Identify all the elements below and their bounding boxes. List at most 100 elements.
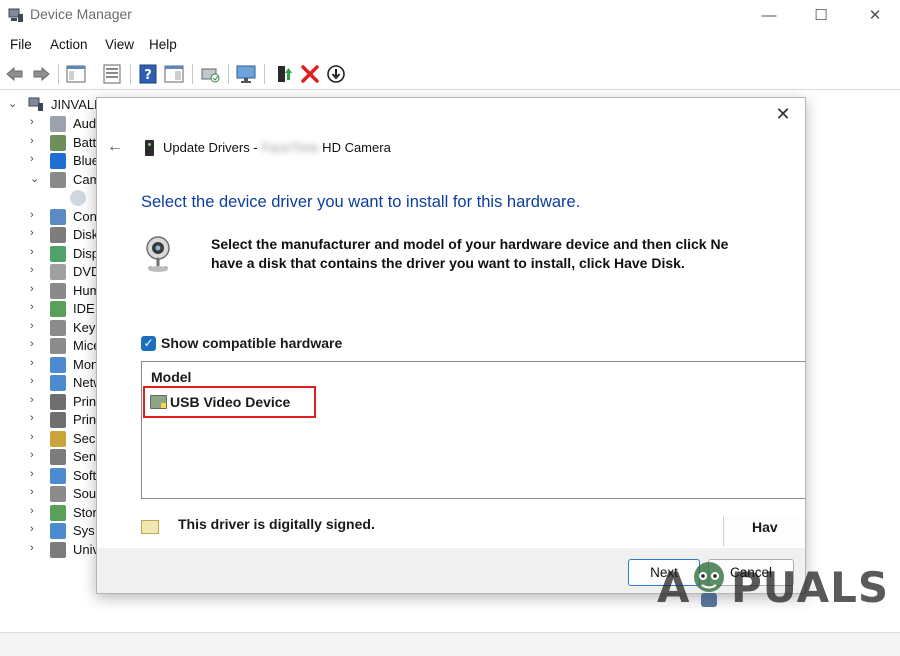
maximize-button[interactable]: ☐ [798, 0, 844, 30]
update-drivers-dialog: ✕ ← Update Drivers - FaceTime HD Camera … [96, 97, 806, 594]
chevron-right-icon[interactable]: › [30, 357, 42, 369]
appuals-watermark: A PUALS [657, 561, 888, 613]
chevron-right-icon[interactable]: › [30, 468, 42, 480]
toolbar: ? [0, 58, 900, 90]
dialog-title-blurred: FaceTime [261, 140, 319, 155]
chevron-right-icon[interactable]: › [30, 375, 42, 387]
dialog-heading: Select the device driver you want to ins… [141, 193, 581, 211]
computer-icon [28, 97, 43, 111]
help-icon[interactable]: ? [137, 63, 159, 85]
chevron-right-icon[interactable]: › [30, 135, 42, 147]
menu-action[interactable]: Action [50, 37, 88, 52]
title-bar: Device Manager — ☐ ✕ [0, 0, 900, 32]
tree-item-label: Sys [73, 523, 95, 538]
chevron-right-icon[interactable]: › [30, 320, 42, 332]
chevron-right-icon[interactable]: › [30, 412, 42, 424]
chevron-right-icon[interactable]: › [30, 486, 42, 498]
show-compatible-label[interactable]: Show compatible hardware [161, 335, 342, 351]
network-adapter-icon [50, 375, 66, 391]
toolbar-separator [228, 64, 229, 84]
tree-item-label: Aud [73, 116, 97, 131]
scan-for-hardware-changes-icon[interactable] [199, 63, 221, 85]
keyboard-icon [50, 319, 66, 336]
status-bar [0, 632, 900, 656]
signed-driver-icon [141, 520, 159, 534]
tree-item-label: IDE [73, 301, 95, 316]
instructions-line-1: Select the manufacturer and model of you… [211, 236, 729, 252]
back-arrow-icon[interactable] [4, 63, 26, 85]
tree-item-label: Prin [73, 412, 97, 427]
show-action-pane-icon[interactable] [163, 63, 185, 85]
instructions-text: Select the manufacturer and model of you… [211, 235, 728, 273]
dialog-title-suffix: HD Camera [318, 140, 391, 155]
show-compatible-checkbox[interactable]: ✓ [141, 336, 156, 351]
instructions-line-2: have a disk that contains the driver you… [211, 255, 685, 271]
model-list[interactable]: Model USB Video Device [141, 361, 805, 499]
printer-icon [50, 412, 66, 428]
chevron-right-icon[interactable]: › [30, 394, 42, 406]
chevron-right-icon[interactable]: › [30, 338, 42, 350]
chevron-right-icon[interactable]: › [30, 301, 42, 313]
usb-device-icon [145, 140, 154, 156]
chevron-right-icon[interactable]: › [30, 523, 42, 535]
webcam-icon [146, 236, 170, 272]
back-arrow-button[interactable]: ← [107, 138, 123, 156]
computer-icon [50, 208, 66, 225]
update-driver-icon[interactable] [325, 63, 347, 85]
camera-icon [50, 171, 66, 188]
monitor-icon[interactable] [235, 63, 257, 85]
driver-icon [150, 395, 167, 409]
have-disk-button[interactable]: Hav [723, 516, 801, 546]
menu-help[interactable]: Help [149, 37, 177, 52]
chevron-right-icon[interactable]: › [30, 153, 42, 165]
sound-icon [50, 486, 66, 502]
tree-item-label: Batt [73, 134, 97, 150]
tree-item-label: Con [73, 208, 97, 224]
bluetooth-icon [50, 153, 66, 169]
chevron-down-icon[interactable]: ⌄ [30, 172, 42, 185]
tree-item-label: Key [73, 319, 96, 335]
tree-item-label: Sec [73, 430, 96, 446]
chevron-right-icon[interactable]: › [30, 542, 42, 554]
chevron-right-icon[interactable]: › [30, 209, 42, 221]
minimize-button[interactable]: — [746, 0, 792, 30]
uninstall-device-icon[interactable] [299, 63, 321, 85]
ide-controller-icon [50, 301, 66, 317]
chevron-right-icon[interactable]: › [30, 449, 42, 461]
signed-driver-row: This driver is digitally signed. Hav [141, 516, 801, 546]
model-list-item-label[interactable]: USB Video Device [170, 394, 290, 410]
properties-icon[interactable] [101, 63, 123, 85]
dialog-close-button[interactable]: ✕ [771, 104, 795, 128]
tree-item-label: Soft [73, 467, 97, 483]
human-interface-icon [50, 282, 66, 299]
chevron-right-icon[interactable]: › [30, 246, 42, 258]
chevron-right-icon[interactable]: › [30, 227, 42, 239]
monitor-tree-icon [50, 356, 66, 373]
dialog-title: Update Drivers - FaceTime HD Camera [163, 140, 391, 155]
enable-device-icon[interactable] [273, 63, 295, 85]
system-device-icon [50, 523, 66, 539]
chevron-down-icon[interactable]: ⌄ [8, 97, 17, 110]
show-hide-console-tree-icon[interactable] [65, 63, 87, 85]
chevron-right-icon[interactable]: › [30, 116, 42, 128]
chevron-right-icon[interactable]: › [30, 505, 42, 517]
chevron-right-icon[interactable]: › [30, 283, 42, 295]
model-column-header: Model [151, 369, 192, 385]
tree-item-label: Mon [73, 356, 99, 372]
menu-file[interactable]: File [10, 37, 32, 52]
forward-arrow-icon[interactable] [30, 63, 52, 85]
tree-item-label: Stor [73, 504, 97, 520]
menu-view[interactable]: View [105, 37, 134, 52]
chevron-right-icon[interactable]: › [30, 264, 42, 276]
tree-item-label: Sen [73, 449, 97, 464]
close-button[interactable]: ✕ [852, 0, 898, 30]
watermark-text-right: PUALS [731, 563, 890, 612]
toolbar-separator [130, 64, 131, 84]
dialog-title-prefix: Update Drivers - [163, 140, 262, 155]
model-list-item[interactable]: USB Video Device [143, 386, 316, 418]
chevron-right-icon[interactable]: › [30, 431, 42, 443]
mouse-icon [50, 338, 66, 354]
mascot-logo-icon [694, 562, 724, 607]
toolbar-separator [58, 64, 59, 84]
menu-bar: File Action View Help [0, 32, 900, 58]
